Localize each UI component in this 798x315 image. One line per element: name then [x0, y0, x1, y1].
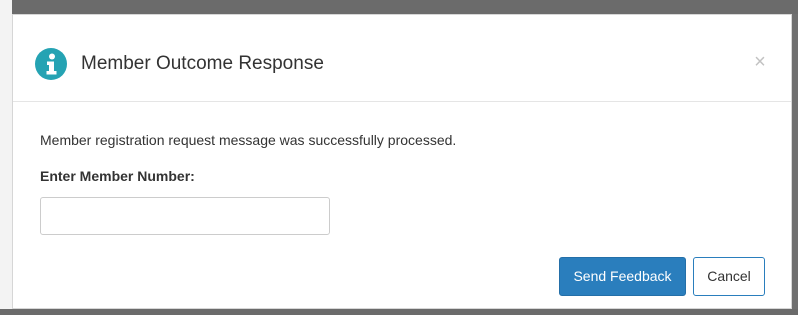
cancel-button[interactable]: Cancel: [693, 257, 765, 296]
dialog-header: Member Outcome Response ×: [13, 15, 791, 102]
status-message: Member registration request message was …: [40, 132, 457, 148]
info-icon: [35, 48, 67, 80]
dialog-title: Member Outcome Response: [81, 53, 324, 74]
member-number-input[interactable]: [40, 197, 330, 235]
member-number-label: Enter Member Number:: [40, 168, 195, 184]
send-feedback-button[interactable]: Send Feedback: [559, 257, 686, 296]
close-icon[interactable]: ×: [749, 51, 771, 73]
backdrop-top: [0, 0, 798, 14]
backdrop-left: [0, 0, 12, 315]
backdrop-bottom: [0, 309, 798, 315]
member-outcome-dialog: Member Outcome Response × Member registr…: [12, 14, 792, 309]
